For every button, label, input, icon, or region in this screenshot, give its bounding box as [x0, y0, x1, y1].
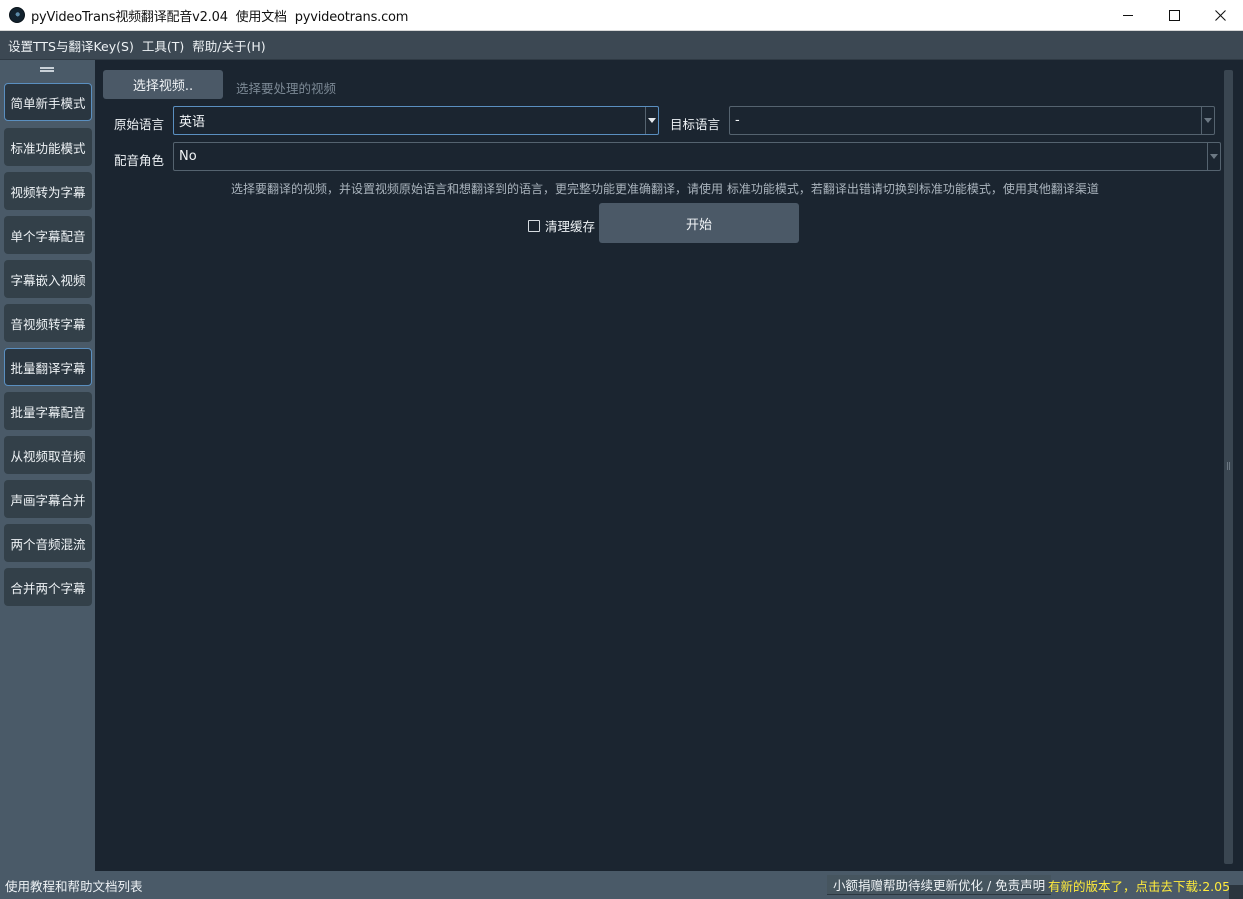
voice-role-select[interactable]: No — [173, 142, 1221, 171]
title-bar: pyVideoTrans视频翻译配音v2.04 使用文档 pyvideotran… — [0, 0, 1243, 31]
minimize-icon — [1122, 15, 1133, 16]
menu-tools[interactable]: 工具(T) — [138, 36, 188, 55]
sidebar-item-single-subtitle-dub[interactable]: 单个字幕配音 — [4, 216, 92, 254]
sidebar-item-merge-av-subtitle[interactable]: 声画字幕合并 — [4, 480, 92, 518]
checkbox-icon[interactable] — [528, 219, 540, 232]
voice-role-label: 配音角色 — [114, 153, 165, 168]
sidebar-item-embed-subtitle[interactable]: 字幕嵌入视频 — [4, 260, 92, 298]
menu-bar: 设置TTS与翻译Key(S) 工具(T) 帮助/关于(H) — [0, 31, 1243, 60]
chevron-down-icon[interactable] — [645, 107, 658, 134]
start-button[interactable]: 开始 — [599, 203, 799, 243]
close-button[interactable] — [1197, 0, 1243, 31]
source-language-select[interactable]: 英语 — [173, 106, 659, 135]
clean-cache-label: 清理缓存 — [545, 219, 596, 234]
source-language-value: 英语 — [179, 115, 206, 130]
status-bar: 使用教程和帮助文档列表 小额捐赠帮助待续更新优化 / 免责声明 有新的版本了，点… — [0, 871, 1243, 899]
chevron-down-icon[interactable] — [1201, 107, 1214, 134]
donate-link[interactable]: 小额捐赠帮助待续更新优化 / 免责声明 — [827, 875, 1052, 895]
sidebar-item-mix-audio[interactable]: 两个音频混流 — [4, 524, 92, 562]
maximize-button[interactable] — [1151, 0, 1197, 31]
window-controls — [1105, 0, 1243, 31]
menu-help[interactable]: 帮助/关于(H) — [188, 36, 269, 55]
sidebar-item-simple-mode[interactable]: 简单新手模式 — [4, 83, 92, 121]
menu-settings[interactable]: 设置TTS与翻译Key(S) — [4, 36, 138, 55]
instructions-text: 选择要翻译的视频，并设置视频原始语言和想翻译到的语言，更完整功能更准确翻译，请使… — [231, 182, 1099, 196]
sidebar-item-standard-mode[interactable]: 标准功能模式 — [4, 128, 92, 166]
maximize-icon — [1168, 10, 1180, 21]
chevron-down-icon[interactable] — [1207, 143, 1220, 170]
sidebar-item-merge-subtitles[interactable]: 合并两个字幕 — [4, 568, 92, 606]
sidebar-item-extract-audio[interactable]: 从视频取音频 — [4, 436, 92, 474]
minimize-button[interactable] — [1105, 0, 1151, 31]
target-language-label: 目标语言 — [670, 117, 721, 132]
target-language-value: - — [735, 113, 740, 128]
app-logo-icon — [9, 7, 25, 23]
close-icon — [1214, 10, 1226, 21]
sidebar-item-video-to-subtitle[interactable]: 视频转为字幕 — [4, 172, 92, 210]
sidebar-item-batch-translate[interactable]: 批量翻译字幕 — [4, 348, 92, 386]
voice-role-value: No — [179, 149, 197, 164]
sidebar: 简单新手模式 标准功能模式 视频转为字幕 单个字幕配音 字幕嵌入视频 音视频转字… — [0, 60, 95, 871]
target-language-select[interactable]: - — [729, 106, 1215, 135]
sidebar-item-av-to-subtitle[interactable]: 音视频转字幕 — [4, 304, 92, 342]
drag-handle-icon[interactable] — [40, 67, 54, 72]
select-video-button[interactable]: 选择视频.. — [103, 70, 223, 99]
window-title: pyVideoTrans视频翻译配音v2.04 使用文档 pyvideotran… — [31, 9, 409, 25]
main-panel: 选择视频.. 选择要处理的视频 原始语言 英语 目标语言 - 配音角色 No 选… — [95, 60, 1243, 871]
sidebar-item-batch-dub[interactable]: 批量字幕配音 — [4, 392, 92, 430]
resize-grip-icon[interactable] — [1229, 885, 1243, 899]
help-docs-link[interactable]: 使用教程和帮助文档列表 — [5, 876, 143, 895]
select-video-hint: 选择要处理的视频 — [236, 81, 337, 96]
scroll-grip-icon — [1227, 462, 1230, 470]
source-language-label: 原始语言 — [114, 117, 165, 132]
update-notice-link[interactable]: 有新的版本了，点击去下载:2.05 — [1048, 876, 1230, 895]
clean-cache-checkbox[interactable]: 清理缓存 — [528, 216, 595, 235]
